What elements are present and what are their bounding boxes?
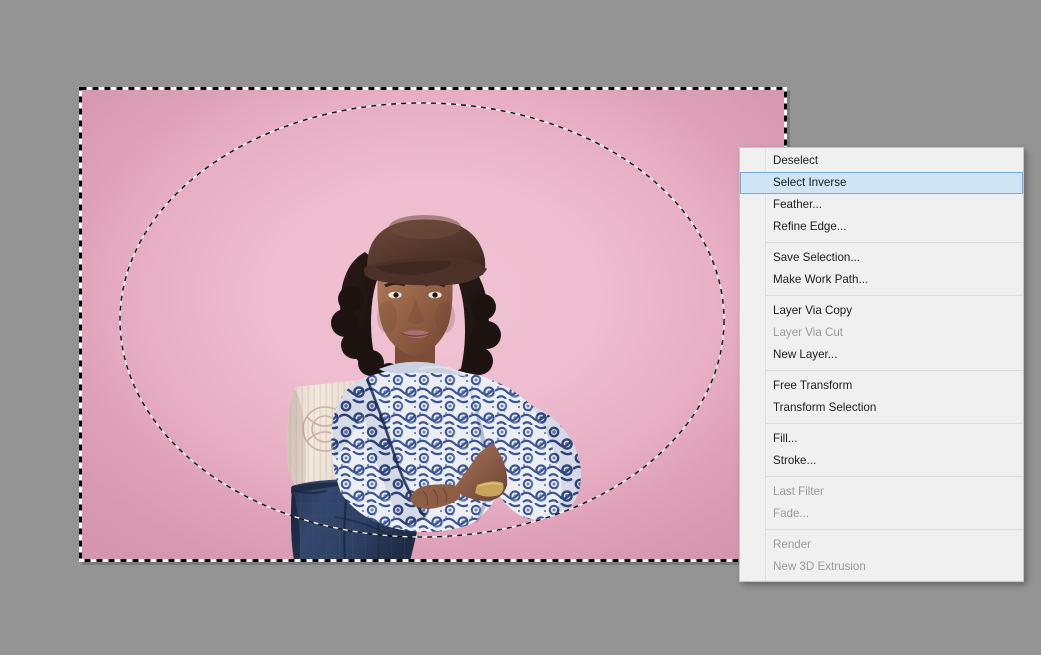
image-canvas[interactable] — [79, 87, 787, 562]
backdrop-vignette — [79, 87, 787, 562]
menu-item-render: Render — [773, 538, 812, 551]
menu-item-make-work-path[interactable]: Make Work Path... — [740, 269, 1023, 291]
menu-separator — [765, 370, 1023, 371]
menu-separator — [765, 529, 1023, 530]
menu-item-free-transform[interactable]: Free Transform — [740, 375, 1023, 397]
menu-item-stroke[interactable]: Stroke... — [740, 450, 1023, 472]
menu-item-layer-via-copy[interactable]: Layer Via Copy — [740, 300, 1023, 322]
photoshop-workspace: Deselect Select Inverse Feather... Refin… — [0, 0, 1041, 655]
menu-separator — [765, 295, 1023, 296]
menu-item-layer-via-cut: Layer Via Cut — [773, 326, 844, 339]
menu-item-fill[interactable]: Fill... — [740, 428, 1023, 450]
menu-item-new-layer[interactable]: New Layer... — [740, 344, 1023, 366]
menu-item-feather[interactable]: Feather... — [740, 194, 1023, 216]
menu-item-select-inverse[interactable]: Select Inverse — [740, 172, 1023, 194]
menu-item-deselect[interactable]: Deselect — [740, 150, 1023, 172]
menu-separator — [765, 242, 1023, 243]
menu-item-fade: Fade... — [773, 507, 810, 520]
menu-item-save-selection[interactable]: Save Selection... — [740, 247, 1023, 269]
menu-item-new-3d-extrusion: New 3D Extrusion — [773, 560, 866, 573]
menu-item-last-filter: Last Filter — [773, 485, 824, 498]
menu-item-refine-edge[interactable]: Refine Edge... — [740, 216, 1023, 238]
menu-separator — [765, 476, 1023, 477]
menu-separator — [765, 423, 1023, 424]
document-window[interactable] — [79, 87, 790, 565]
menu-item-transform-selection[interactable]: Transform Selection — [740, 397, 1023, 419]
selection-context-menu[interactable]: Deselect Select Inverse Feather... Refin… — [739, 147, 1024, 582]
